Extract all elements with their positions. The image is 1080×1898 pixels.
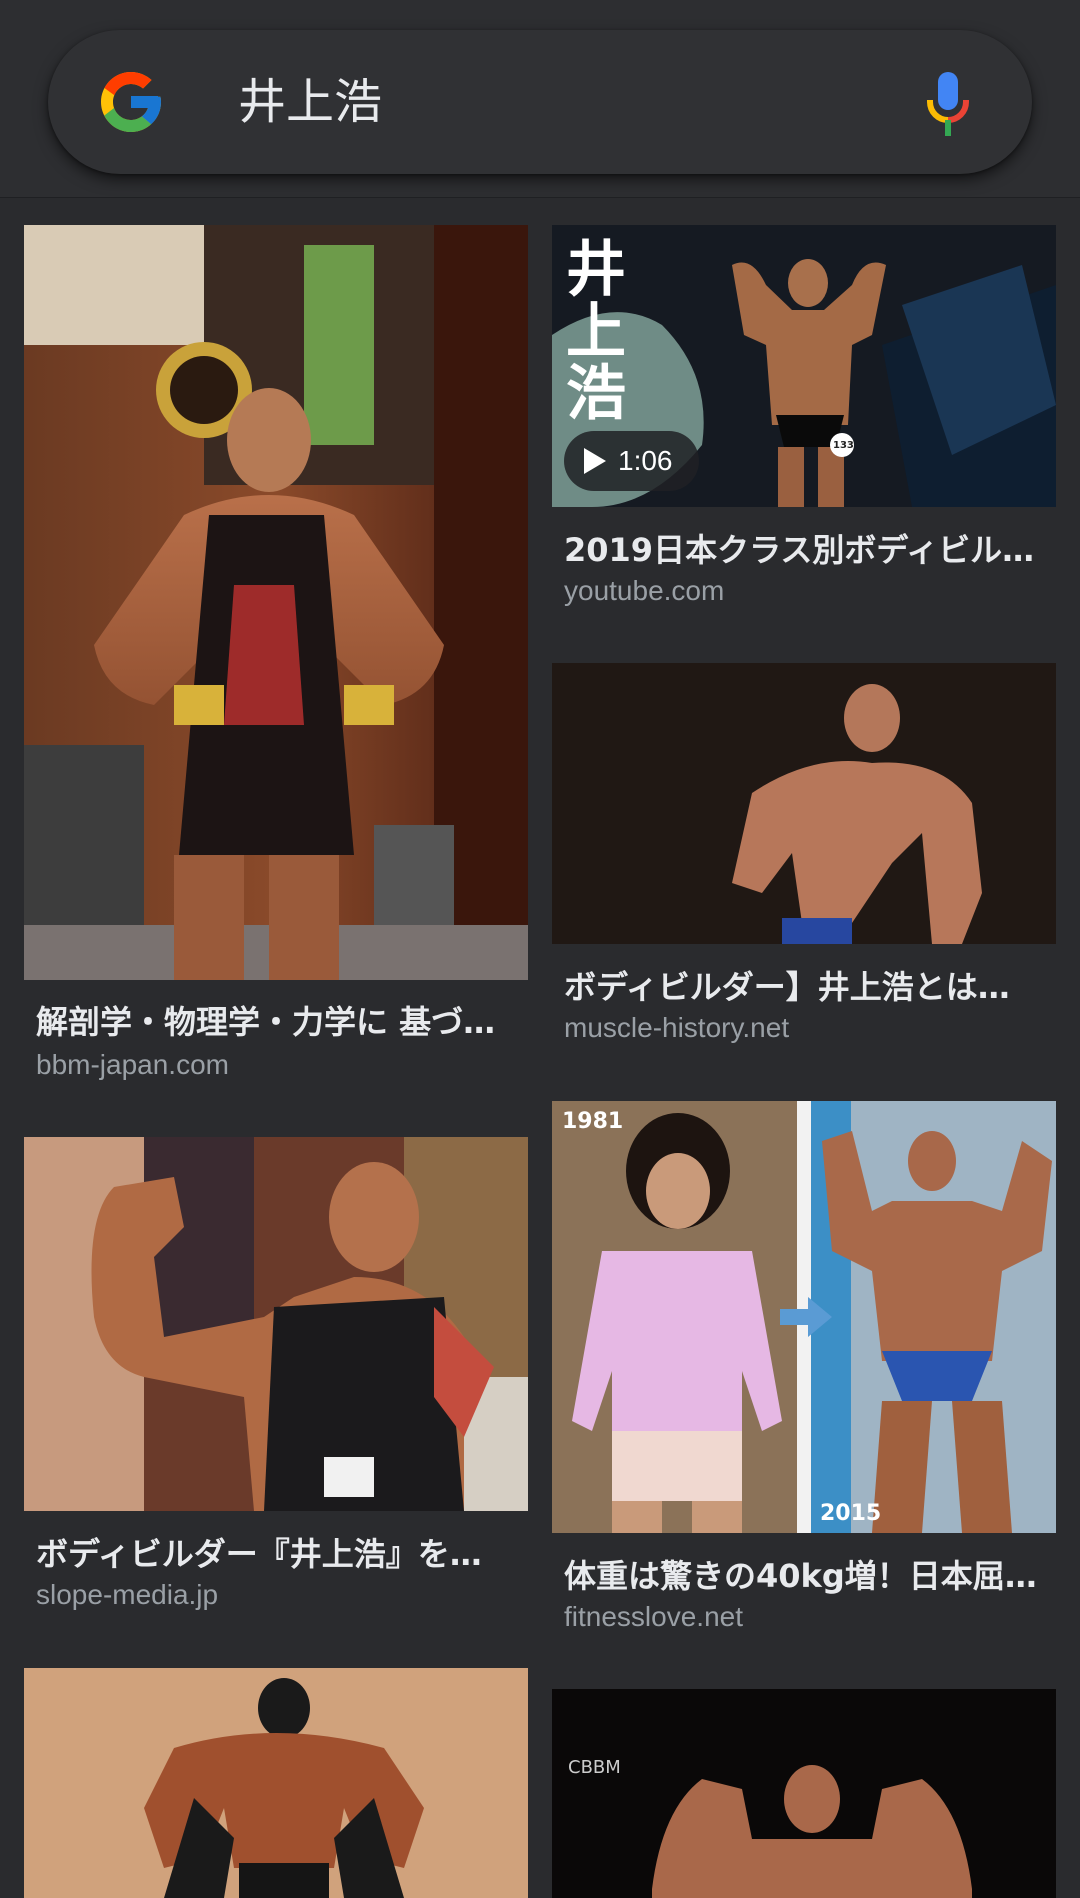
result-domain[interactable]: bbm-japan.com <box>36 1049 229 1081</box>
result-title[interactable]: 解剖学・物理学・力学に 基づ… <box>36 997 516 1043</box>
result-domain[interactable]: slope-media.jp <box>36 1579 218 1611</box>
google-logo-icon[interactable] <box>95 66 167 138</box>
result-thumbnail[interactable]: 1981 2015 <box>552 1101 1056 1533</box>
result-thumbnail[interactable]: 井 上 浩 133 1:06 <box>552 225 1056 507</box>
stage-pose-image <box>552 663 1056 944</box>
result-card[interactable]: 解剖学・物理学・力学に 基づ… bbm-japan.com <box>24 225 528 1085</box>
gym-photo-image <box>24 225 528 980</box>
batman-pose-image <box>24 1668 528 1898</box>
result-title[interactable]: 2019日本クラス別ボディビル… <box>564 525 1044 571</box>
video-overlay-title: 井 上 浩 <box>566 239 636 425</box>
double-bicep-image <box>552 1689 1056 1898</box>
result-thumbnail[interactable] <box>24 1668 528 1898</box>
result-domain[interactable]: fitnesslove.net <box>564 1601 743 1633</box>
result-domain[interactable]: youtube.com <box>564 575 724 607</box>
result-card[interactable]: ボディビルダー『井上浩』を… slope-media.jp <box>24 1137 528 1617</box>
header-divider <box>0 197 1080 198</box>
result-card[interactable]: 1981 2015 体重は驚きの40kg増！日本屈… fitnesslove.n… <box>552 1101 1056 1641</box>
overlay-char: 井 <box>566 235 626 305</box>
contestant-number-badge: 133 <box>833 440 854 451</box>
result-title[interactable]: ボディビルダー『井上浩』を… <box>36 1529 516 1575</box>
result-title[interactable]: ボディビルダー】井上浩とは… <box>564 962 1044 1008</box>
result-card[interactable]: CBBM <box>552 1689 1056 1898</box>
result-title[interactable]: 体重は驚きの40kg増！日本屈… <box>564 1551 1044 1597</box>
result-thumbnail[interactable] <box>24 1137 528 1511</box>
result-card[interactable]: 井 上 浩 133 1:06 2019日本クラス別ボディビル… youtube.… <box>552 225 1056 615</box>
result-card[interactable] <box>24 1668 528 1898</box>
search-bar[interactable] <box>48 30 1032 174</box>
year-label-after: 2015 <box>820 1501 882 1526</box>
before-after-image <box>552 1101 1056 1533</box>
store-flex-image <box>24 1137 528 1511</box>
result-card[interactable]: ボディビルダー】井上浩とは… muscle-history.net <box>552 663 1056 1053</box>
search-query-text[interactable]: 井上浩 <box>238 72 382 132</box>
result-thumbnail[interactable]: CBBM <box>552 1689 1056 1898</box>
image-search-page: 井上浩 解剖学・物理学・力学に 基づ… bbm-japan.com 井 上 浩 … <box>0 0 1080 1898</box>
result-thumbnail[interactable] <box>552 663 1056 944</box>
overlay-char: 上 <box>566 297 626 367</box>
watermark-text: CBBM <box>568 1757 621 1778</box>
play-icon <box>584 448 606 474</box>
result-domain[interactable]: muscle-history.net <box>564 1012 789 1044</box>
result-thumbnail[interactable] <box>24 225 528 980</box>
search-header: 井上浩 <box>0 0 1080 198</box>
video-duration-badge: 1:06 <box>564 431 699 491</box>
overlay-char: 浩 <box>566 359 626 429</box>
microphone-icon[interactable] <box>926 72 970 136</box>
year-label-before: 1981 <box>562 1109 624 1134</box>
video-duration: 1:06 <box>618 445 673 476</box>
